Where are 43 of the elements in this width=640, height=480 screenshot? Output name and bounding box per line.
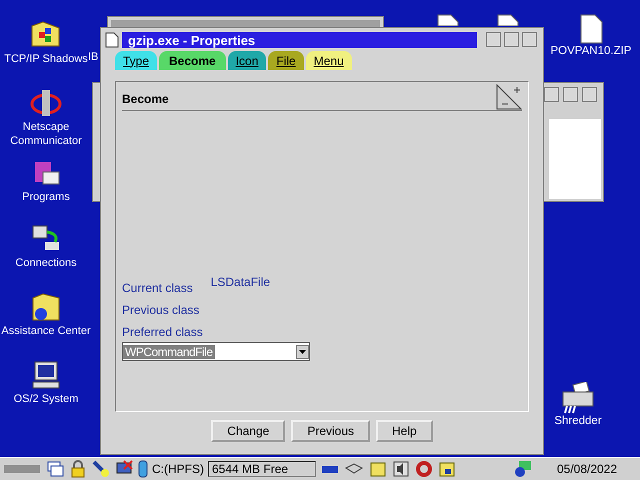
maximize-button[interactable] bbox=[522, 32, 537, 47]
icon-label: OS/2 System bbox=[14, 392, 78, 406]
field-label: Previous class bbox=[122, 303, 200, 317]
lock-icon[interactable] bbox=[69, 460, 87, 478]
shredder-icon[interactable] bbox=[560, 382, 596, 414]
restore-button[interactable] bbox=[504, 32, 519, 47]
icon-label: Netscape Communicator bbox=[10, 120, 82, 148]
icon-label: IB bbox=[88, 51, 98, 63]
file-icon[interactable] bbox=[105, 32, 119, 48]
dialog-button[interactable]: Help bbox=[376, 420, 433, 442]
drive-label: C:(HPFS) bbox=[152, 462, 204, 476]
page-turn-icon[interactable] bbox=[496, 84, 522, 110]
free-space-field: 6544 MB Free bbox=[208, 461, 316, 477]
window-title: gzip.exe - Properties bbox=[122, 32, 477, 48]
field-value: LSDataFile bbox=[210, 275, 270, 291]
restore-button[interactable] bbox=[563, 87, 578, 102]
icon-label: POVPAN10.ZIP bbox=[550, 44, 632, 58]
flashlight-icon[interactable] bbox=[92, 460, 110, 478]
speaker-icon[interactable] bbox=[392, 460, 410, 478]
icon-label: Shredder bbox=[554, 414, 602, 428]
notebook-tab[interactable]: Menu bbox=[306, 51, 352, 70]
field-label: Current class bbox=[122, 281, 193, 295]
maximize-button[interactable] bbox=[582, 87, 597, 102]
icon-label: Programs bbox=[22, 190, 70, 204]
minimize-button[interactable] bbox=[486, 32, 501, 47]
notebook-tab[interactable]: Icon bbox=[228, 51, 266, 70]
icon-label: Connections bbox=[15, 256, 77, 270]
drive-icon[interactable] bbox=[138, 460, 148, 478]
icon-label: Assistance Center bbox=[1, 324, 91, 338]
file-icon[interactable] bbox=[578, 14, 604, 44]
windows-list-icon[interactable] bbox=[46, 460, 64, 478]
notebook-tab[interactable]: Become bbox=[159, 51, 226, 70]
field-label: Preferred class bbox=[122, 325, 204, 339]
dialog-button[interactable]: Change bbox=[211, 420, 286, 442]
notebook-tab[interactable]: File bbox=[268, 51, 304, 70]
icon-label: TCP/IP Shadows bbox=[4, 52, 88, 66]
page-heading: Become bbox=[122, 92, 170, 106]
class-dropdown[interactable]: WPCommandFile bbox=[122, 342, 310, 361]
clock-date: 05/08/2022 bbox=[556, 462, 618, 476]
dialog-button[interactable]: Previous bbox=[291, 420, 370, 442]
notebook-tab[interactable]: Type bbox=[115, 51, 158, 70]
lifebuoy-icon[interactable] bbox=[415, 460, 433, 478]
minimize-button[interactable] bbox=[544, 87, 559, 102]
